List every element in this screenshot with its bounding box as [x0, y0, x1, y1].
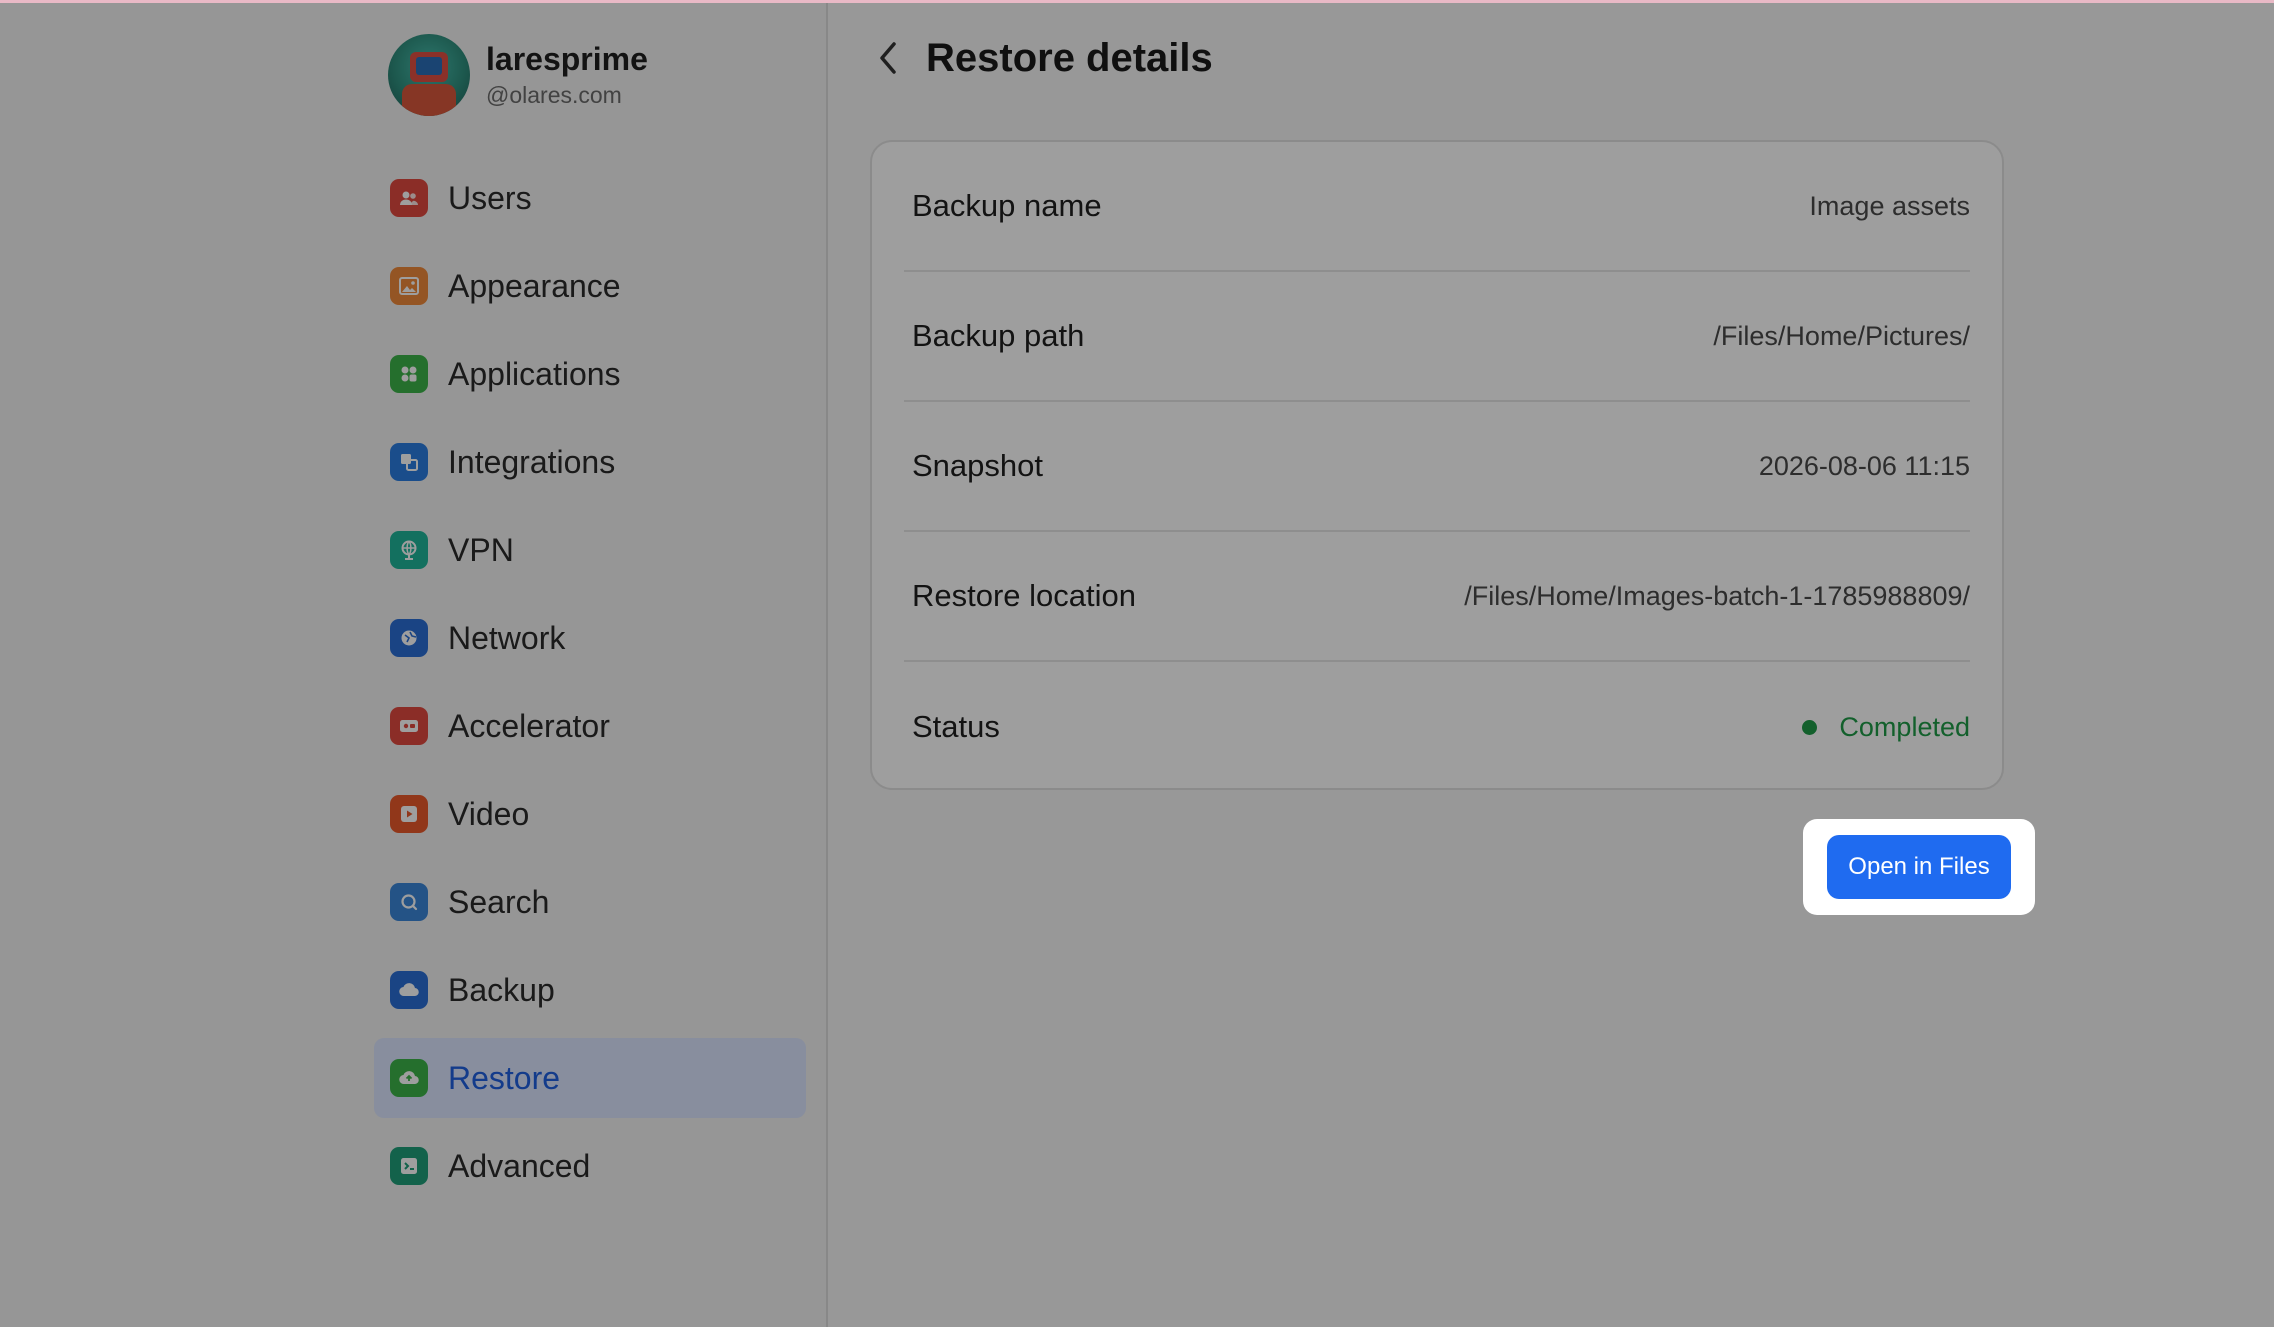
restore-location-label: Restore location: [912, 578, 1137, 613]
sidebar-item-vpn[interactable]: VPN: [374, 510, 806, 590]
sidebar-item-label: Backup: [448, 971, 555, 1008]
sidebar-item-video[interactable]: Video: [374, 774, 806, 854]
sidebar-item-accelerator[interactable]: Accelerator: [374, 686, 806, 766]
avatar: [388, 34, 470, 116]
sidebar-item-appearance[interactable]: Appearance: [374, 246, 806, 326]
backup-path-value: /Files/Home/Pictures/: [1713, 320, 1970, 351]
sidebar-item-label: Video: [448, 795, 530, 832]
user-profile[interactable]: laresprime @olares.com: [388, 34, 648, 116]
image-icon: [390, 267, 428, 305]
status-value: Completed: [1839, 711, 1970, 742]
detail-row-status: Status Completed: [904, 662, 1970, 792]
sidebar-item-label: Applications: [448, 355, 621, 392]
backup-name-value: Image assets: [1809, 190, 1970, 221]
accelerator-icon: [390, 707, 428, 745]
detail-row-backup-path: Backup path /Files/Home/Pictures/: [904, 272, 1970, 402]
sidebar-item-label: Network: [448, 619, 566, 656]
main-content: Restore details Backup name Image assets…: [828, 0, 2274, 1327]
network-icon: [390, 619, 428, 657]
open-in-files-button[interactable]: Open in Files: [1827, 835, 2011, 899]
detail-row-restore-location: Restore location /Files/Home/Images-batc…: [904, 532, 1970, 662]
sidebar: laresprime @olares.com Users Appearance: [0, 0, 828, 1327]
detail-row-snapshot: Snapshot 2026-08-06 11:15: [904, 402, 1970, 532]
sidebar-item-label: Users: [448, 179, 532, 216]
chevron-left-icon: [880, 42, 896, 74]
integrations-icon: [390, 443, 428, 481]
sidebar-item-search[interactable]: Search: [374, 862, 806, 942]
sidebar-item-advanced[interactable]: Advanced: [374, 1126, 806, 1206]
profile-domain: @olares.com: [486, 82, 622, 108]
detail-row-backup-name: Backup name Image assets: [904, 142, 1970, 272]
status-label: Status: [912, 709, 1000, 744]
back-button[interactable]: [866, 28, 910, 88]
snapshot-value: 2026-08-06 11:15: [1758, 450, 1970, 481]
sidebar-item-network[interactable]: Network: [374, 598, 806, 678]
sidebar-item-restore[interactable]: Restore: [374, 1038, 806, 1118]
apps-icon: [390, 355, 428, 393]
status-badge: Completed: [1802, 712, 1970, 743]
sidebar-item-applications[interactable]: Applications: [374, 334, 806, 414]
sidebar-item-users[interactable]: Users: [374, 158, 806, 238]
sidebar-item-label: Advanced: [448, 1147, 591, 1184]
settings-app: laresprime @olares.com Users Appearance: [0, 0, 2274, 1327]
restore-details-card: Backup name Image assets Backup path /Fi…: [870, 140, 2004, 790]
backup-path-label: Backup path: [912, 318, 1085, 353]
sidebar-item-label: Accelerator: [448, 707, 610, 744]
sidebar-item-label: Restore: [448, 1059, 561, 1096]
sidebar-item-backup[interactable]: Backup: [374, 950, 806, 1030]
snapshot-label: Snapshot: [912, 448, 1043, 483]
sidebar-item-label: Integrations: [448, 443, 616, 480]
backup-name-label: Backup name: [912, 188, 1102, 223]
restore-location-value: /Files/Home/Images-batch-1-1785988809/: [1464, 580, 1970, 611]
profile-name: laresprime: [486, 41, 648, 77]
sidebar-item-label: VPN: [448, 531, 514, 568]
play-icon: [390, 795, 428, 833]
search-icon: [390, 883, 428, 921]
users-icon: [390, 179, 428, 217]
sidebar-item-integrations[interactable]: Integrations: [374, 422, 806, 502]
sidebar-item-label: Search: [448, 883, 550, 920]
open-in-files-highlight: Open in Files: [1803, 819, 2035, 915]
sidebar-nav: Users Appearance Applications Integratio…: [374, 158, 806, 1214]
status-dot-icon: [1802, 719, 1818, 735]
top-accent-line: [0, 0, 2274, 3]
sidebar-item-label: Appearance: [448, 267, 621, 304]
focus-highlight: Open in Files: [1803, 819, 2035, 915]
globe-icon: [390, 531, 428, 569]
terminal-icon: [390, 1147, 428, 1185]
page-header: Restore details: [866, 28, 1213, 88]
cloud-icon: [390, 971, 428, 1009]
page-title: Restore details: [926, 35, 1213, 80]
cloud-restore-icon: [390, 1059, 428, 1097]
